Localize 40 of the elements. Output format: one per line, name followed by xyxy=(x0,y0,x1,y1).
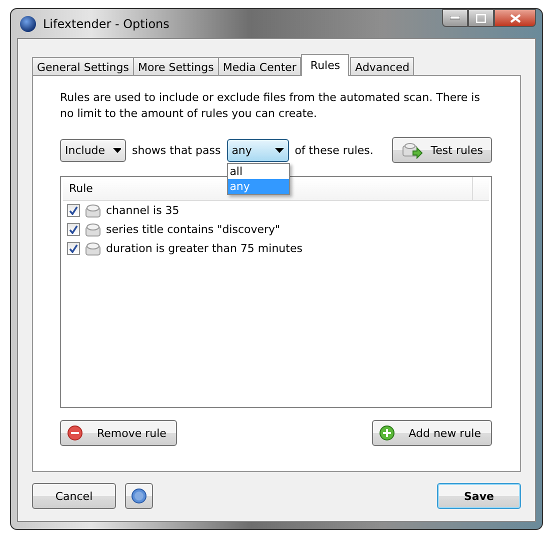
minus-icon xyxy=(67,425,83,441)
description-text: Rules are used to include or exclude files from the automated scan. There is no limit to the amount of rules you can create. xyxy=(60,90,481,122)
maximize-icon xyxy=(476,14,486,22)
add-rule-button[interactable]: Add new rule xyxy=(372,420,492,446)
close-button[interactable] xyxy=(494,9,536,27)
rule-text[interactable]: series title contains "discovery" xyxy=(106,223,280,236)
save-button[interactable]: Save xyxy=(437,483,521,509)
minimize-button[interactable] xyxy=(442,9,468,27)
tab[interactable]: Media Center xyxy=(218,57,302,76)
help-icon xyxy=(131,488,147,504)
cancel-button[interactable]: Cancel xyxy=(32,483,116,509)
brick-icon xyxy=(84,202,102,218)
tab[interactable]: Rules xyxy=(301,54,350,76)
plus-icon xyxy=(378,425,395,441)
caret-icon xyxy=(113,148,121,152)
brick-arrow-icon xyxy=(400,141,423,159)
maximize-button[interactable] xyxy=(468,9,494,27)
brick-icon xyxy=(84,222,102,238)
dropdown-option[interactable]: all xyxy=(228,164,289,178)
label-text: shows that pass xyxy=(132,144,221,156)
checkbox[interactable] xyxy=(67,223,80,236)
window-title: Lifextender - Options xyxy=(43,16,170,30)
rule-text[interactable]: channel is 35 xyxy=(106,204,180,217)
remove-rule-button[interactable]: Remove rule xyxy=(60,420,178,446)
match-dropdown[interactable]: any xyxy=(226,138,289,162)
globe-icon xyxy=(19,14,37,32)
rule-text[interactable]: duration is greater than 75 minutes xyxy=(106,242,302,255)
checkbox[interactable] xyxy=(67,242,80,255)
brick-icon xyxy=(84,240,102,256)
help-button[interactable] xyxy=(125,483,153,509)
action-dropdown[interactable]: Include xyxy=(60,138,126,162)
test-rules-button[interactable]: Test rules xyxy=(392,137,492,163)
tab[interactable]: More Settings xyxy=(132,57,219,76)
caret-icon xyxy=(274,148,284,152)
tab[interactable]: Advanced xyxy=(350,57,414,76)
tab[interactable]: General Settings xyxy=(32,57,134,76)
checkbox[interactable] xyxy=(67,204,80,217)
minimize-icon xyxy=(450,16,460,20)
close-icon xyxy=(510,14,520,22)
label-text: of these rules. xyxy=(294,144,374,156)
